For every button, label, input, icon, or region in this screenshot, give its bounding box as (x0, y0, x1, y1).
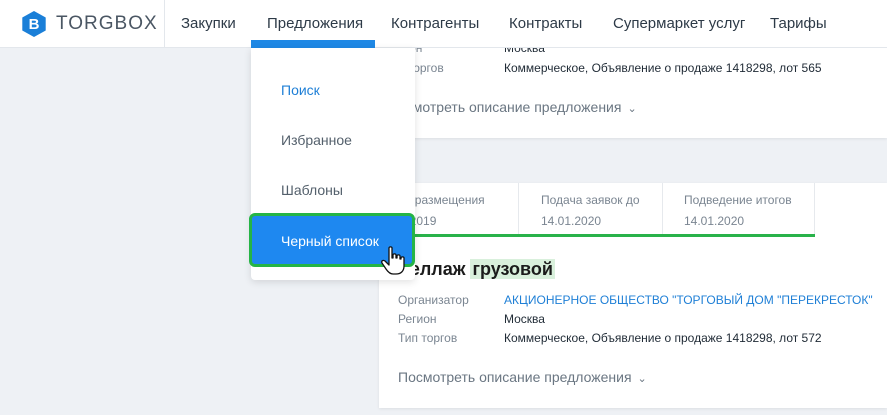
nav-item-zakupki[interactable]: Закупки (181, 0, 236, 48)
brand-logo-mark-icon: B (22, 11, 46, 37)
offer-card-bottom: ата размещения 12.2019 Подача заявок до … (379, 183, 887, 408)
region-value: Москва (504, 312, 545, 326)
date-applications-label: Подача заявок до (541, 193, 640, 207)
date-applications-until: Подача заявок до 14.01.2020 (519, 183, 663, 235)
auction-type-label: Тип торгов (398, 331, 458, 345)
nav-item-tarify[interactable]: Тарифы (770, 0, 827, 48)
offer-title-highlight: грузовой (470, 259, 555, 279)
auction-type-value: Коммерческое, Объявление о продаже 14182… (504, 331, 822, 345)
nav-item-kontragenty[interactable]: Контрагенты (391, 0, 479, 48)
nav-item-kontrakty[interactable]: Контракты (509, 0, 582, 48)
auction-type-row: п торгов Коммерческое, Объявление о прод… (398, 61, 878, 77)
organizer-row: Организатор АКЦИОНЕРНОЕ ОБЩЕСТВО "ТОРГОВ… (398, 293, 878, 309)
nav-active-indicator (251, 40, 375, 48)
view-description-link[interactable]: осмотреть описание предложения ⌄ (398, 99, 637, 115)
menu-item-favorites[interactable]: Избранное (251, 122, 415, 158)
date-results: Подведение итогов 14.01.2020 (663, 183, 815, 235)
top-navigation-bar: B TORGBOX Закупки Предложения Контрагент… (0, 0, 887, 48)
chevron-down-icon: ⌄ (637, 373, 647, 385)
progress-line (379, 234, 815, 237)
view-description-link[interactable]: Посмотреть описание предложения ⌄ (398, 369, 647, 385)
date-results-label: Подведение итогов (684, 193, 792, 207)
offer-card-top: гион Москва п торгов Коммерческое, Объяв… (379, 41, 887, 138)
date-results-value: 14.01.2020 (684, 214, 745, 228)
auction-type-value: Коммерческое, Объявление о продаже 14182… (504, 61, 822, 75)
brand-logo[interactable]: B TORGBOX (21, 11, 158, 37)
view-description-label: осмотреть описание предложения (398, 99, 622, 115)
date-applications-value: 14.01.2020 (541, 214, 602, 228)
chevron-down-icon: ⌄ (627, 103, 637, 115)
organizer-label: Организатор (398, 293, 469, 307)
dates-strip: ата размещения 12.2019 Подача заявок до … (379, 183, 815, 235)
menu-item-templates[interactable]: Шаблоны (251, 172, 415, 208)
offer-title[interactable]: теллаж грузовой (401, 259, 555, 280)
nav-item-supermarket-uslug[interactable]: Супермаркет услуг (613, 0, 745, 48)
menu-item-search[interactable]: Поиск (251, 72, 415, 108)
auction-type-row: Тип торгов Коммерческое, Объявление о пр… (398, 331, 878, 347)
organizer-link[interactable]: АКЦИОНЕРНОЕ ОБЩЕСТВО "ТОРГОВЫЙ ДОМ "ПЕРЕ… (504, 293, 873, 307)
view-description-label: Посмотреть описание предложения (398, 369, 632, 385)
brand-name: TORGBOX (56, 13, 158, 34)
region-label: Регион (398, 312, 437, 326)
region-row: Регион Москва (398, 312, 878, 328)
nav-divider (164, 0, 165, 48)
hand-pointer-cursor-icon (381, 246, 405, 275)
